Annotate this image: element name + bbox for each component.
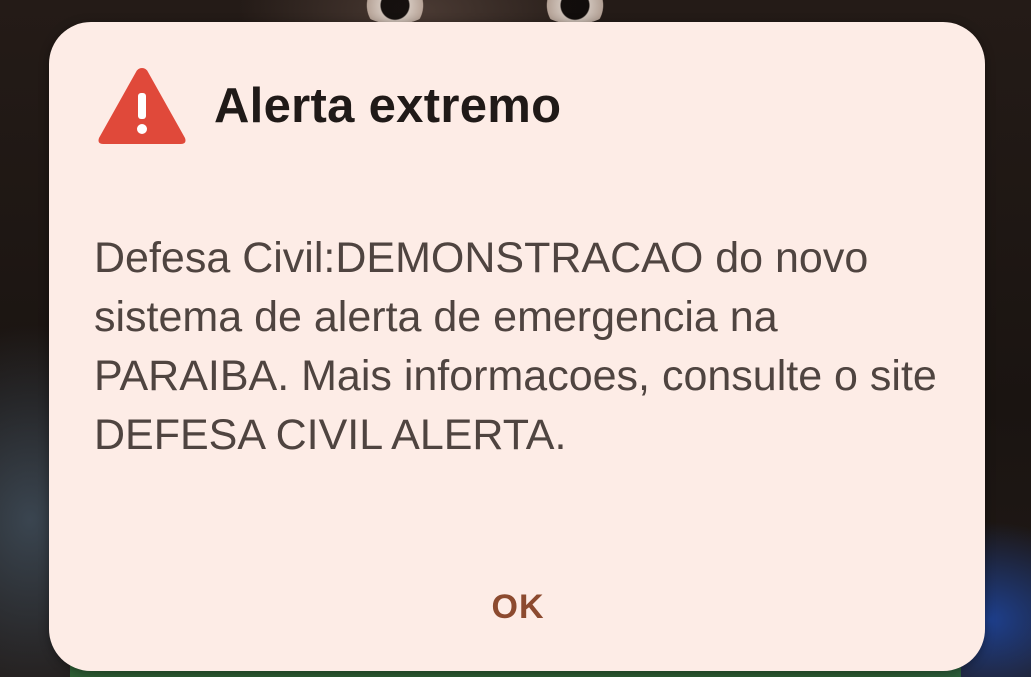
dialog-title: Alerta extremo: [214, 79, 562, 133]
alert-message: Defesa Civil:DEMONSTRACAO do novo sistem…: [94, 234, 937, 459]
ok-button[interactable]: OK: [468, 577, 568, 637]
background-eye-right: [540, 0, 610, 24]
warning-triangle-icon: [98, 68, 186, 144]
background-eye-left: [360, 0, 430, 24]
emergency-alert-dialog: Alerta extremo Defesa Civil:DEMONSTRACAO…: [49, 22, 985, 671]
dialog-header: Alerta extremo: [95, 64, 561, 148]
